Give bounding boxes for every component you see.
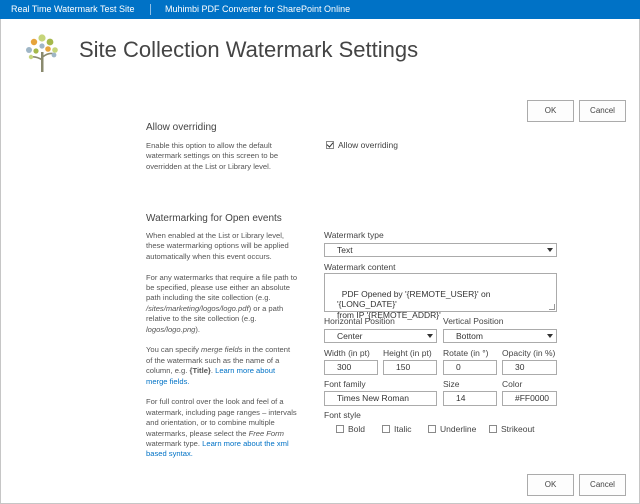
ok-button-bottom[interactable]: OK (527, 474, 574, 496)
desc-paragraph-3: You can specify merge fields in the cont… (146, 345, 291, 386)
opacity-input[interactable]: 30 (502, 360, 557, 375)
allow-overriding-checkbox[interactable] (326, 141, 334, 149)
size-input[interactable]: 14 (443, 391, 497, 406)
bold-label: Bold (348, 424, 366, 434)
watermark-type-select[interactable]: Text (324, 243, 557, 257)
resize-grip-icon[interactable] (549, 304, 555, 310)
allow-overriding-row[interactable]: Allow overriding (326, 140, 398, 150)
vertical-position-select[interactable]: Bottom (443, 329, 557, 343)
rotate-label: Rotate (in °) (443, 348, 489, 358)
underline-checkbox[interactable] (428, 425, 436, 433)
suite-bar: Real Time Watermark Test Site Muhimbi PD… (0, 0, 640, 19)
suite-bar-separator (150, 4, 151, 15)
font-style-label: Font style (324, 410, 361, 420)
page-title: Site Collection Watermark Settings (79, 37, 419, 62)
rotate-input[interactable]: 0 (443, 360, 497, 375)
opacity-label: Opacity (in %) (502, 348, 556, 358)
chevron-down-icon (547, 248, 553, 252)
vertical-position-value: Bottom (456, 331, 483, 341)
chevron-down-icon (547, 334, 553, 338)
italic-label: Italic (394, 424, 412, 434)
width-label: Width (in pt) (324, 348, 370, 358)
width-input[interactable]: 300 (324, 360, 378, 375)
strikeout-label: Strikeout (501, 424, 535, 434)
italic-option[interactable]: Italic (382, 424, 411, 434)
watermark-type-label: Watermark type (324, 230, 384, 240)
desc-paragraph-1: When enabled at the List or Library leve… (146, 231, 289, 261)
watermark-type-value: Text (337, 245, 353, 255)
watermark-content-textarea[interactable]: PDF Opened by '{REMOTE_USER}' on '{LONG_… (324, 273, 557, 320)
ok-button-top[interactable]: OK (527, 100, 574, 122)
size-label: Size (443, 379, 460, 389)
color-input[interactable]: #FF0000 (502, 391, 557, 406)
underline-option[interactable]: Underline (428, 424, 476, 434)
font-family-label: Font family (324, 379, 366, 389)
bold-checkbox[interactable] (336, 425, 344, 433)
strikeout-option[interactable]: Strikeout (489, 424, 535, 434)
height-label: Height (in pt) (383, 348, 432, 358)
cancel-button-top[interactable]: Cancel (579, 100, 626, 122)
site-name-link[interactable]: Real Time Watermark Test Site (11, 0, 135, 19)
section-title-overriding: Allow overriding (146, 122, 217, 133)
bold-option[interactable]: Bold (336, 424, 365, 434)
app-name-link[interactable]: Muhimbi PDF Converter for SharePoint Onl… (165, 0, 350, 19)
italic-checkbox[interactable] (382, 425, 390, 433)
underline-label: Underline (440, 424, 477, 434)
horizontal-position-value: Center (337, 331, 363, 341)
chevron-down-icon (427, 334, 433, 338)
height-input[interactable]: 150 (383, 360, 437, 375)
horizontal-position-select[interactable]: Center (324, 329, 437, 343)
desc-paragraph-4: For full control over the look and feel … (146, 397, 297, 459)
strikeout-checkbox[interactable] (489, 425, 497, 433)
section-title-open-events: Watermarking for Open events (146, 213, 282, 224)
cancel-button-bottom[interactable]: Cancel (579, 474, 626, 496)
vertical-position-label: Vertical Position (443, 316, 504, 326)
color-label: Color (502, 379, 523, 389)
tree-logo-icon[interactable] (22, 30, 62, 74)
horizontal-position-label: Horizontal Position (324, 316, 395, 326)
section-desc-overriding: Enable this option to allow the default … (146, 141, 279, 171)
allow-overriding-label: Allow overriding (338, 140, 398, 150)
watermark-content-label: Watermark content (324, 262, 396, 272)
section-desc-open-events: When enabled at the List or Library leve… (146, 231, 298, 470)
font-family-input[interactable]: Times New Roman (324, 391, 437, 406)
desc-paragraph-2: For any watermarks that require a file p… (146, 272, 298, 334)
